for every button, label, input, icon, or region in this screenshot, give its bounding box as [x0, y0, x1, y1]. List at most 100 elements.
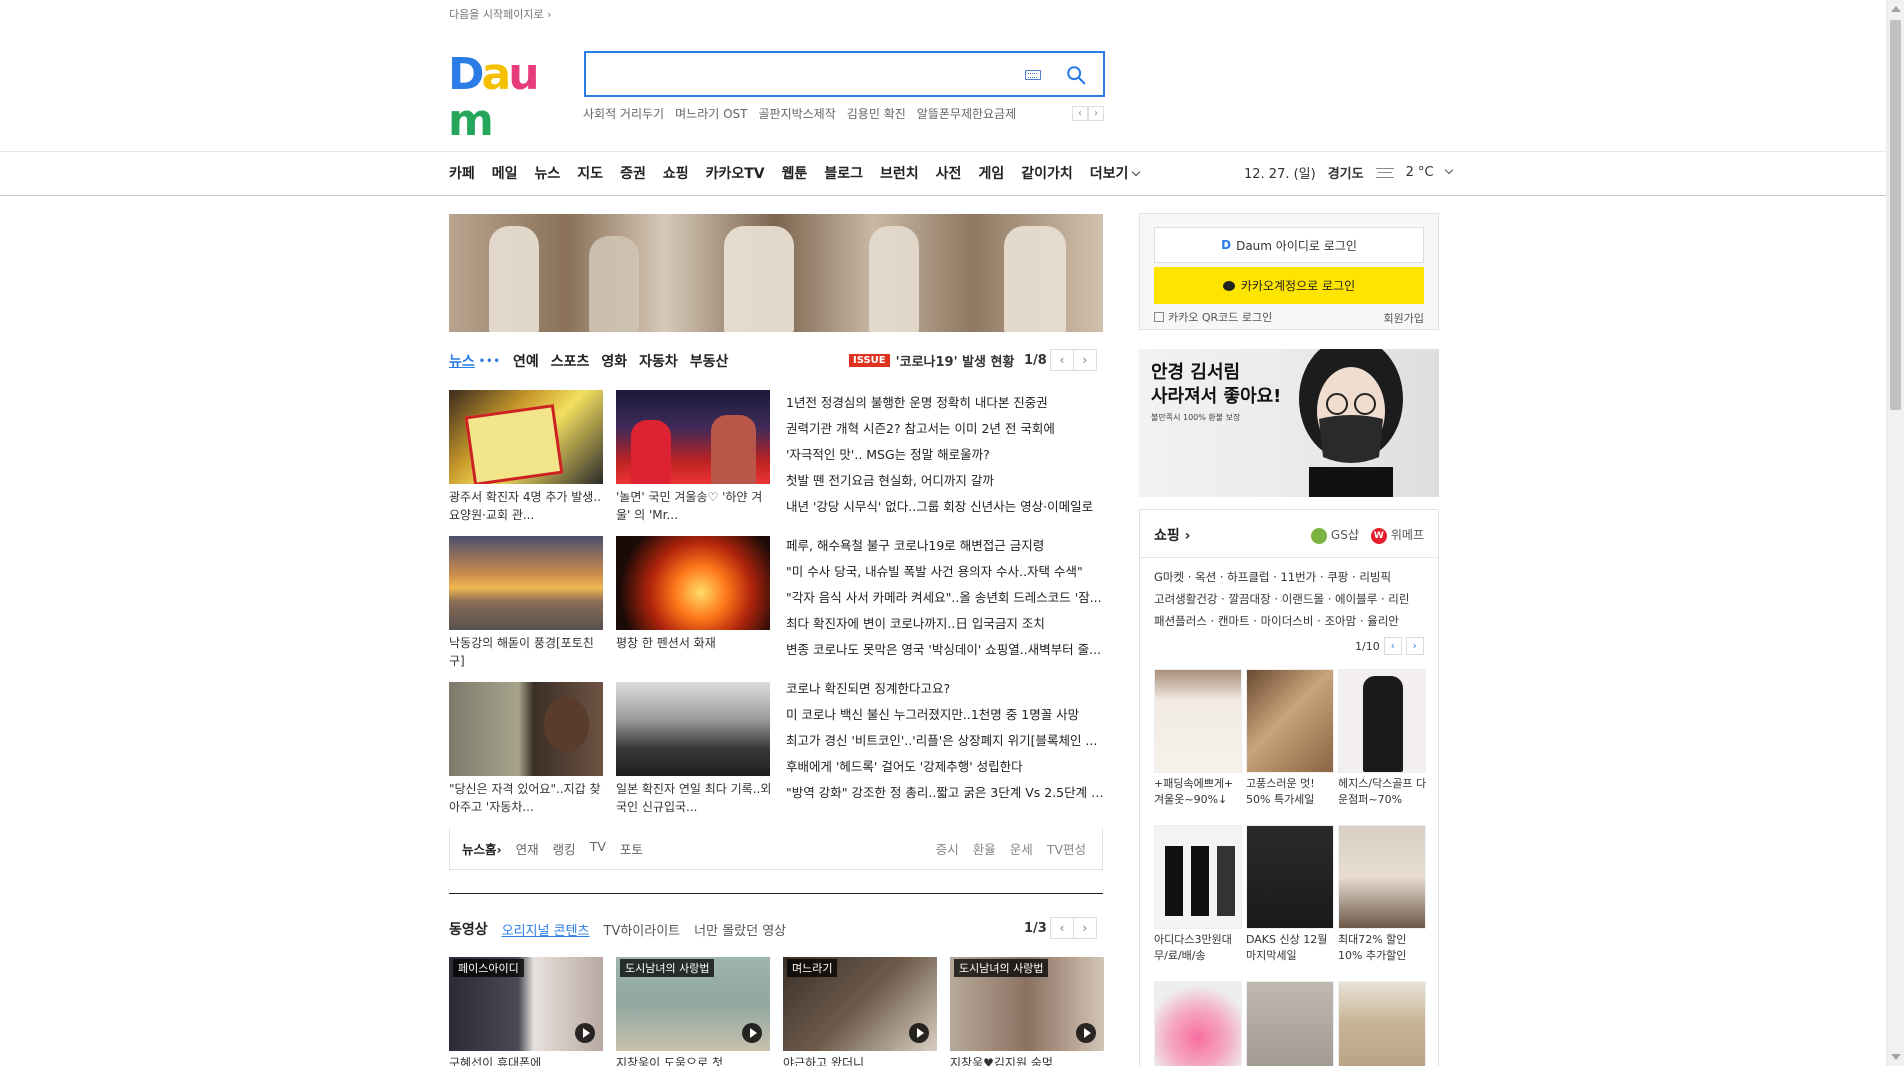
trending-keyword[interactable]: 김용민 확진 [847, 105, 906, 122]
video-caption[interactable]: 지창욱♥김지원 숨멎 [950, 1054, 1106, 1066]
tab-realestate[interactable]: 부동산 [690, 351, 729, 371]
chevron-down-icon[interactable] [1444, 165, 1453, 174]
product-image[interactable] [1154, 825, 1242, 929]
news-prev-button[interactable]: ‹ [1049, 349, 1074, 371]
video-caption[interactable]: 구혜선이 휴대폰에 [449, 1054, 605, 1066]
nav-item-map[interactable]: 지도 [577, 163, 603, 183]
fortune-link[interactable]: 운세 [1010, 839, 1033, 858]
news-thumbnail-caption[interactable]: 일본 확진자 연일 최다 기록..외국인 신규입국... [616, 780, 772, 816]
headline-link[interactable]: "방역 강화" 강조한 정 총리..짧고 굵은 3단계 Vs 2.5단계 연..… [786, 780, 1104, 806]
product-caption[interactable]: 헤지스/닥스골프 다운점퍼~70% [1338, 776, 1428, 808]
headline-link[interactable]: "미 수사 당국, 내슈빌 폭발 사건 용의자 수사..자택 수색" [786, 559, 1104, 585]
product-caption[interactable]: +패딩속에쁘게+ 겨울옷~90%↓ [1154, 776, 1244, 808]
news-foot-link[interactable]: 랭킹 [553, 839, 576, 858]
video-thumbnail[interactable]: 페이스아이디 [449, 957, 603, 1051]
product-image[interactable] [1246, 981, 1334, 1066]
headline-link[interactable]: '자극적인 맛'.. MSG는 정말 해로울까? [786, 442, 1104, 468]
play-icon[interactable] [575, 1023, 595, 1043]
shop-prev-button[interactable]: ‹ [1383, 637, 1402, 655]
trending-keyword[interactable]: 며느라기 OST [675, 105, 747, 122]
video-thumbnail[interactable]: 도시남녀의 사랑법 [950, 957, 1104, 1051]
tab-entertainment[interactable]: 연예 [513, 351, 539, 371]
nav-item-brunch[interactable]: 브런치 [880, 163, 919, 183]
shop-link-row[interactable]: 패션플러스 · 캔마트 · 마이더스비 · 조아맘 · 율리안 [1154, 610, 1426, 632]
product-image[interactable] [1338, 825, 1426, 929]
news-thumbnail[interactable] [449, 682, 603, 776]
signup-link[interactable]: 회원가입 [1384, 310, 1424, 326]
news-thumbnail-caption[interactable]: "당신은 자격 있어요"..지갑 찾아주고 '자동차... [449, 780, 605, 816]
headline-link[interactable]: 내년 '강당 시무식' 없다..그룹 회장 신년사는 영상·이메일로 [786, 494, 1104, 520]
news-thumbnail-caption[interactable]: 평창 한 펜션서 화재 [616, 634, 772, 652]
mask-ad-banner[interactable]: 안경 김서림 사라져서 좋아요! 불만족시 100% 환불 보장 [1139, 349, 1439, 497]
tab-tv-highlight[interactable]: TV하이라이트 [604, 920, 681, 939]
shop-next-button[interactable]: › [1405, 637, 1424, 655]
play-icon[interactable] [909, 1023, 929, 1043]
product-caption[interactable]: 고풍스러운 멋! 50% 특가세일 [1246, 776, 1336, 808]
qr-login-link[interactable]: 카카오 QR코드 로그인 [1154, 309, 1272, 325]
vertical-scrollbar[interactable] [1886, 0, 1904, 1066]
news-thumbnail-caption[interactable]: '놀면' 국민 겨울송♡ '하얀 겨울' 의 'Mr... [616, 488, 772, 524]
nav-item-webtoon[interactable]: 웹툰 [782, 163, 808, 183]
wemakeprice-link[interactable]: W 위메프 [1370, 526, 1424, 544]
fashion-banner-ad[interactable] [449, 214, 1103, 332]
video-prev-button[interactable]: ‹ [1049, 917, 1074, 939]
product-image[interactable] [1154, 669, 1242, 773]
video-thumbnail[interactable]: 도시남녀의 사랑법 [616, 957, 770, 1051]
product-caption[interactable]: DAKS 신상 12월마지막세일 [1246, 932, 1336, 964]
search-icon[interactable] [1065, 64, 1087, 86]
trending-prev-button[interactable]: ‹ [1072, 106, 1088, 121]
news-thumbnail[interactable] [449, 536, 603, 630]
nav-item-blog[interactable]: 블로그 [824, 163, 863, 183]
nav-item-stock[interactable]: 증권 [620, 163, 646, 183]
tab-movie[interactable]: 영화 [601, 351, 627, 371]
tab-news[interactable]: 뉴스 [449, 351, 475, 371]
news-thumbnail-caption[interactable]: 광주서 확진자 4명 추가 발생..요양원·교회 관... [449, 488, 605, 524]
shop-link-row[interactable]: G마켓 · 옥션 · 하프클럽 · 11번가 · 쿠팡 · 리빙픽 [1154, 566, 1426, 588]
headline-link[interactable]: "각자 음식 사서 카메라 켜세요"..올 송년회 드레스코드 '잠... [786, 585, 1104, 611]
product-image[interactable] [1338, 981, 1426, 1066]
nav-item-mail[interactable]: 메일 [492, 163, 518, 183]
set-homepage-link[interactable]: 다음을 시작페이지로 › [449, 6, 551, 22]
issue-link[interactable]: ISSUE '코로나19' 발생 현황 [849, 351, 1014, 370]
tab-car[interactable]: 자동차 [639, 351, 678, 371]
shop-link-row[interactable]: 고려생활건강 · 깔끔대장 · 이랜드몰 · 에이블루 · 리린 [1154, 588, 1426, 610]
scroll-down-arrow-icon[interactable] [1891, 1054, 1901, 1060]
news-foot-link[interactable]: 포토 [620, 839, 643, 858]
headline-link[interactable]: 첫발 뗀 전기요금 현실화, 어디까지 갈까 [786, 468, 1104, 494]
headline-link[interactable]: 미 코로나 백신 불신 누그러졌지만..1천명 중 1명꼴 사망 [786, 702, 1104, 728]
tab-unknown-video[interactable]: 너만 몰랐던 영상 [694, 920, 786, 939]
keyboard-icon[interactable] [1025, 70, 1041, 80]
play-icon[interactable] [1076, 1023, 1096, 1043]
nav-item-shopping[interactable]: 쇼핑 [663, 163, 689, 183]
product-caption[interactable]: 아디다스3만원대 무/료/배/송 [1154, 932, 1244, 964]
daum-logo[interactable]: Daum [448, 52, 566, 144]
play-icon[interactable] [742, 1023, 762, 1043]
weather-widget[interactable]: 12. 27. (일) 경기도 2 °C [1244, 163, 1453, 182]
video-caption[interactable]: 지창욱이 도움으로 첫 [616, 1054, 772, 1066]
headline-link[interactable]: 권력기관 개혁 시즌2? 참고서는 이미 2년 전 국회에 [786, 416, 1104, 442]
nav-item-cafe[interactable]: 카페 [449, 163, 475, 183]
trending-keyword[interactable]: 알뜰폰무제한요금제 [917, 105, 1016, 122]
headline-link[interactable]: 후배에게 '헤드록' 걸어도 '강제추행' 성립한다 [786, 754, 1104, 780]
headline-link[interactable]: 변종 코로나도 못막은 영국 '박싱데이' 쇼핑열..새벽부터 줄... [786, 637, 1104, 663]
news-thumbnail-caption[interactable]: 낙동강의 해돋이 풍경[포토친구] [449, 634, 605, 670]
headline-link[interactable]: 페루, 해수욕철 불구 코로나19로 해변접근 금지령 [786, 533, 1104, 559]
nav-item-kakaotv[interactable]: 카카오TV [706, 163, 765, 183]
headline-link[interactable]: 코로나 확진되면 징계한다고요? [786, 676, 1104, 702]
video-thumbnail[interactable]: 며느라기 [783, 957, 937, 1051]
news-thumbnail[interactable] [616, 536, 770, 630]
video-caption[interactable]: 야근하고 왔더니 [783, 1054, 939, 1066]
nav-more-dropdown[interactable]: 더보기 [1090, 163, 1140, 183]
headline-link[interactable]: 최고가 경신 '비트코인'..'리플'은 상장폐지 위기[블록체인 ... [786, 728, 1104, 754]
tab-original-content[interactable]: 오리지널 콘텐츠 [502, 920, 590, 939]
stock-link[interactable]: 증시 [936, 839, 959, 858]
product-image[interactable] [1246, 669, 1334, 773]
scroll-up-arrow-icon[interactable] [1891, 6, 1901, 12]
news-thumbnail[interactable] [616, 682, 770, 776]
news-foot-link[interactable]: TV [590, 839, 606, 858]
kakao-login-button[interactable]: 카카오계정으로 로그인 [1154, 267, 1424, 304]
trending-next-button[interactable]: › [1088, 106, 1104, 121]
tv-schedule-link[interactable]: TV편성 [1047, 839, 1086, 858]
nav-item-dictionary[interactable]: 사전 [936, 163, 962, 183]
shopping-title-link[interactable]: 쇼핑 › [1154, 525, 1190, 545]
